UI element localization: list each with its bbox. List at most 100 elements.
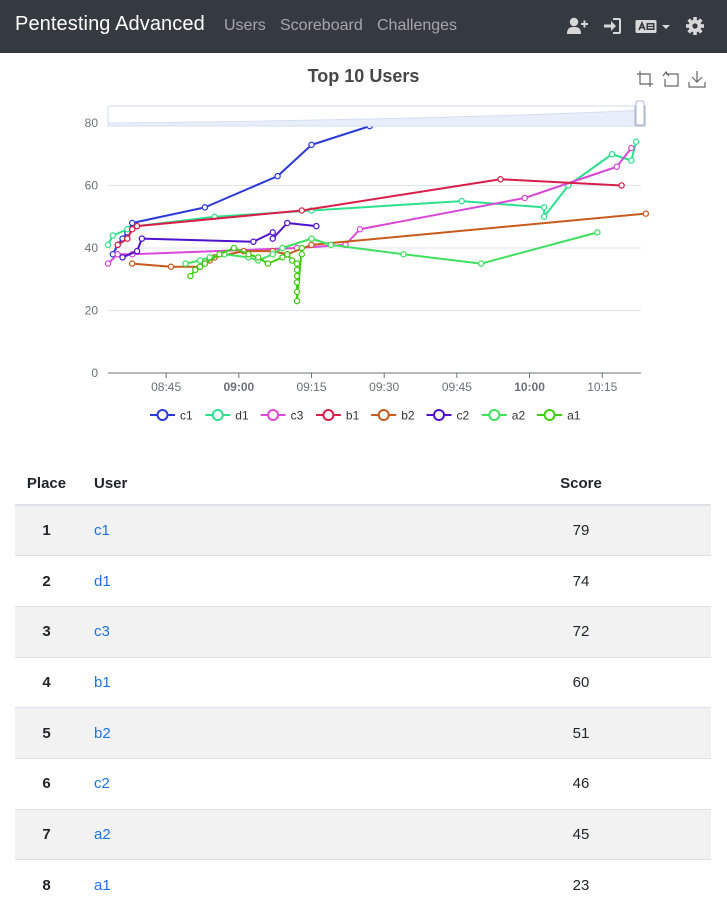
header-user: User [78,462,451,506]
score-cell: 72 [451,605,711,658]
header-place: Place [15,462,78,506]
legend-item-a1[interactable]: a1 [537,409,581,423]
legend-label: b1 [346,409,360,423]
settings-gear-icon[interactable] [685,14,705,38]
legend-item-b1[interactable]: b1 [315,409,360,423]
data-point-c3 [521,194,528,202]
user-link[interactable]: c2 [94,775,110,792]
data-point-a2 [308,235,315,242]
data-point-c1 [128,219,136,227]
data-point-d1 [628,157,635,164]
user-link[interactable]: a1 [94,877,111,894]
legend-swatch-circle [543,409,556,421]
legend-item-a2[interactable]: a2 [481,409,526,423]
legend-swatch-circle [488,409,501,421]
user-cell: c2 [78,757,451,810]
x-tick-label: 08:45 [151,380,181,394]
data-point-a1 [293,260,301,267]
table-row: 3 c3 72 [15,605,711,658]
score-cell: 51 [451,707,711,759]
legend-item-c1[interactable]: c1 [150,409,193,423]
data-point-a1 [293,297,301,305]
brand-title[interactable]: Pentesting Advanced [15,13,205,36]
data-point-b2 [167,263,175,270]
y-tick-label: 20 [85,304,99,318]
user-link[interactable]: c3 [94,623,110,640]
y-tick-label: 60 [85,179,99,193]
data-point-b2 [308,241,315,249]
place-cell: 2 [15,555,78,607]
scoreboard-table-container: Place User Score 1 c1 79 2 d1 74 3 c3 72 4 b1 60 5 b2… [15,462,711,911]
user-cell: c1 [78,504,451,556]
legend-item-c2[interactable]: c2 [426,409,470,423]
nav-link-challenges[interactable]: Challenges [377,17,457,35]
legend-swatch-circle [211,409,224,421]
data-point-a1 [264,260,272,267]
data-point-a2 [594,229,601,236]
table-row: 6 c2 46 [15,757,711,810]
data-point-a1 [298,250,306,258]
user-plus-icon[interactable] [566,14,588,38]
legend-item-d1[interactable]: d1 [205,409,249,423]
data-point-a2 [477,260,485,267]
data-point-c3 [356,225,364,233]
data-point-d1 [632,138,640,146]
data-point-a1 [196,263,204,270]
user-link[interactable]: c1 [94,522,110,539]
legend-item-c3[interactable]: c3 [260,409,304,423]
line-chart-canvas: 0 20 40 60 80 08:45 09:00 09:15 09:30 09:45 10:00 1… [85,100,650,423]
data-point-c3 [104,260,112,267]
data-point-a1 [216,250,223,258]
user-cell: c3 [78,605,451,658]
data-point-c2 [313,222,320,230]
data-point-c1 [201,204,209,211]
data-point-a1 [293,279,301,286]
data-point-a2 [269,250,276,258]
language-icon[interactable] [635,14,671,38]
user-cell: b1 [78,656,451,708]
nav-link-users[interactable]: Users [224,17,266,35]
x-tick-label: 10:15 [587,380,617,394]
data-point-a1 [288,257,296,264]
user-link[interactable]: d1 [94,573,111,590]
data-point-b1 [618,182,625,189]
data-point-a1 [187,272,194,280]
data-point-c3 [613,163,621,171]
sign-in-icon[interactable] [602,14,622,38]
data-point-b1 [497,176,504,183]
top-navbar: Pentesting Advanced Users Scoreboard Cha… [0,0,727,53]
legend-label: b2 [401,409,415,423]
table-row: 2 d1 74 [15,555,711,607]
data-point-a1 [298,244,306,252]
series-line-b1 [117,178,622,246]
user-link[interactable]: b2 [94,725,111,742]
legend-swatch-circle [377,409,390,421]
place-cell: 1 [15,504,78,556]
data-point-b2 [642,210,650,217]
table-row: 4 b1 60 [15,656,711,708]
data-point-a2 [400,250,407,258]
scoreboard-chart: Top 10 Users 0 20 40 60 80 08:45 09:00 09:15 09:… [0,53,727,453]
score-cell: 60 [451,656,711,708]
series-line-c1 [111,125,370,255]
score-cell: 74 [451,555,711,607]
user-link[interactable]: b1 [94,674,111,691]
data-point-a1 [230,244,238,252]
table-row: 5 b2 51 [15,707,711,759]
y-tick-label: 0 [91,366,98,380]
legend-swatch-circle [322,409,335,421]
x-tick-label: 09:45 [442,380,472,394]
table-header-row: Place User Score [15,462,711,506]
data-point-a2 [196,257,204,264]
data-point-a2 [279,244,286,252]
data-point-c2 [269,235,276,242]
data-point-c2 [133,247,141,255]
data-point-a2 [327,241,335,249]
data-point-c2 [138,235,146,242]
user-link[interactable]: a2 [94,826,111,843]
data-point-a1 [191,266,199,274]
nav-link-scoreboard[interactable]: Scoreboard [280,17,363,35]
data-point-a1 [293,266,301,274]
legend-item-b2[interactable]: b2 [371,409,415,423]
place-cell: 3 [15,605,78,658]
